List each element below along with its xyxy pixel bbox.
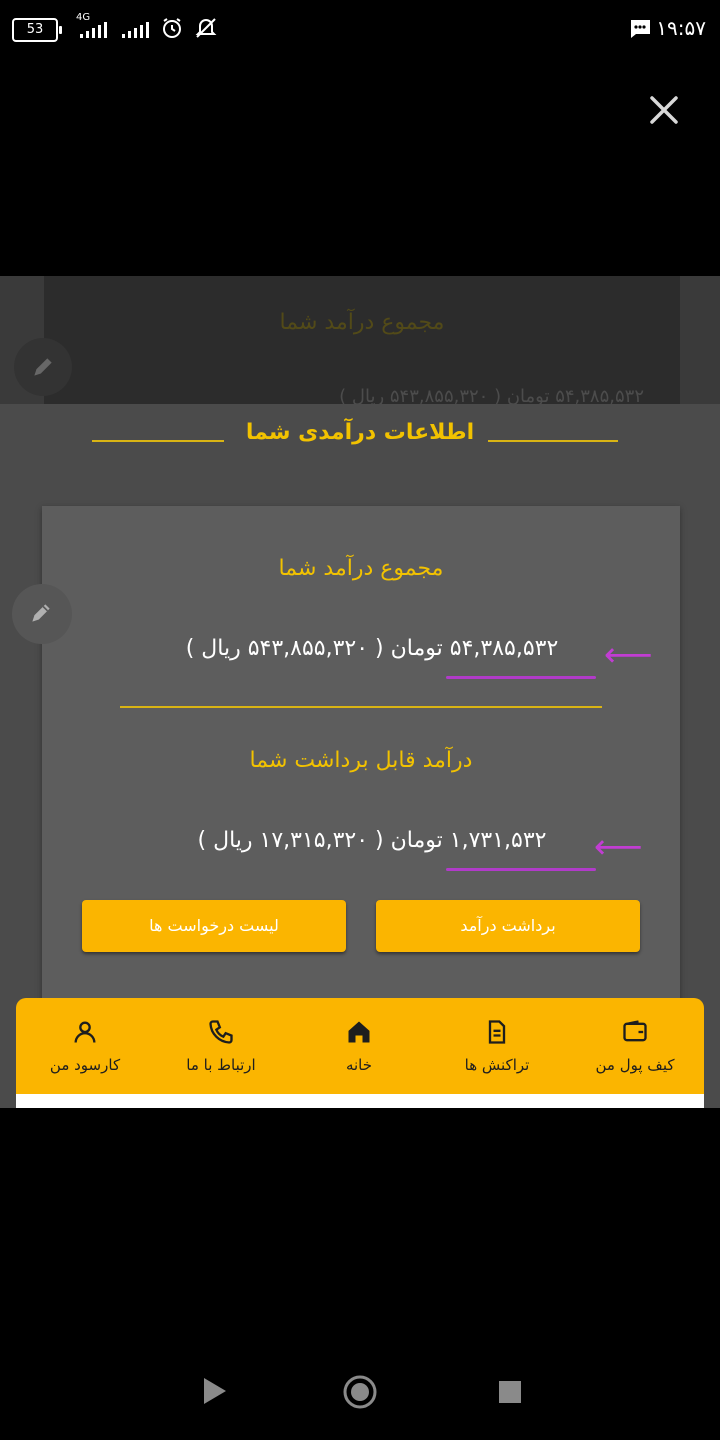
close-icon[interactable]: [646, 92, 682, 128]
nav-item-contact[interactable]: ارتباط با ما: [152, 998, 290, 1094]
annotation-underline-2: [446, 868, 596, 871]
nav-item-transactions[interactable]: تراکنش ها: [428, 998, 566, 1094]
sheet-title: اطلاعات درآمدی شما: [0, 420, 720, 445]
total-amount-toman: ۵۴,۳۸۵,۵۳۲: [449, 636, 559, 661]
signal-strength-icon: [80, 22, 110, 38]
bottom-navigation: کیف پول من تراکنش ها خانه ارتباط با ما ک…: [16, 998, 704, 1094]
home-icon: [348, 1021, 370, 1043]
nav-item-home[interactable]: خانه: [290, 998, 428, 1094]
nav-label-transactions: تراکنش ها: [464, 1056, 530, 1074]
nav-item-profile[interactable]: کارسود من: [16, 998, 154, 1094]
withdraw-income-button[interactable]: برداشت درآمد: [376, 900, 640, 952]
sheet-header: اطلاعات درآمدی شما: [0, 414, 720, 454]
nav-label-profile: کارسود من: [49, 1056, 121, 1074]
edit-pencil-icon[interactable]: [12, 584, 72, 644]
home-circle-icon[interactable]: [342, 1374, 378, 1414]
nav-item-wallet[interactable]: کیف پول من: [566, 998, 704, 1094]
user-icon: [74, 1021, 96, 1043]
battery-indicator: 53: [12, 18, 62, 42]
system-navigation-bar: [0, 1360, 720, 1424]
dim-overlay: [0, 276, 720, 404]
status-time: ۱۹:۵۷: [656, 16, 706, 40]
recents-square-icon[interactable]: [498, 1380, 522, 1408]
total-income-amount: ۵۴,۳۸۵,۵۳۲ تومان ( ۵۴۳,۸۵۵,۳۲۰ ریال ): [112, 636, 632, 661]
status-bar: 53 4G ۱۹:۵۷: [0, 0, 720, 56]
total-amount-rest: تومان ( ۵۴۳,۸۵۵,۳۲۰ ریال ): [185, 636, 450, 661]
annotation-underline-1: [446, 676, 596, 679]
bottom-strip: [16, 1094, 704, 1108]
nav-label-home: خانه: [345, 1056, 373, 1074]
total-income-title: مجموع درآمد شما: [278, 556, 444, 581]
income-card: مجموع درآمد شما ۵۴,۳۸۵,۵۳۲ تومان ( ۵۴۳,۸…: [42, 506, 680, 1002]
card-divider: [120, 706, 602, 708]
withdrawable-amount-rest: تومان ( ۱۷,۳۱۵,۳۲۰ ریال ): [197, 828, 450, 853]
annotation-arrow-1: ⟵: [604, 635, 653, 675]
sheet-title-text: اطلاعات درآمدی شما: [231, 420, 489, 445]
withdrawable-income-title: درآمد قابل برداشت شما: [249, 748, 473, 773]
signal-strength-icon-2: [122, 22, 152, 38]
withdrawable-income-amount: ۱,۷۳۱,۵۳۲ تومان ( ۱۷,۳۱۵,۳۲۰ ریال ): [112, 828, 632, 853]
message-notification-icon: [628, 18, 652, 44]
phone-icon: [209, 1020, 233, 1044]
request-list-button[interactable]: لیست درخواست ها: [82, 900, 346, 952]
nav-label-contact: ارتباط با ما: [186, 1056, 256, 1074]
app-screenshot: مجموع درآمد شما ۵۴,۳۸۵,۵۳۲ تومان ( ۵۴۳,۸…: [0, 276, 720, 1108]
document-icon: [488, 1020, 506, 1044]
nav-label-wallet: کیف پول من: [595, 1056, 675, 1074]
withdrawable-amount-toman: ۱,۷۳۱,۵۳۲: [449, 828, 547, 853]
back-icon[interactable]: [200, 1376, 228, 1410]
alarm-icon: [160, 16, 184, 44]
annotation-arrow-2: ⟵: [594, 827, 643, 867]
silent-icon: [194, 16, 218, 44]
wallet-icon: [623, 1020, 647, 1042]
